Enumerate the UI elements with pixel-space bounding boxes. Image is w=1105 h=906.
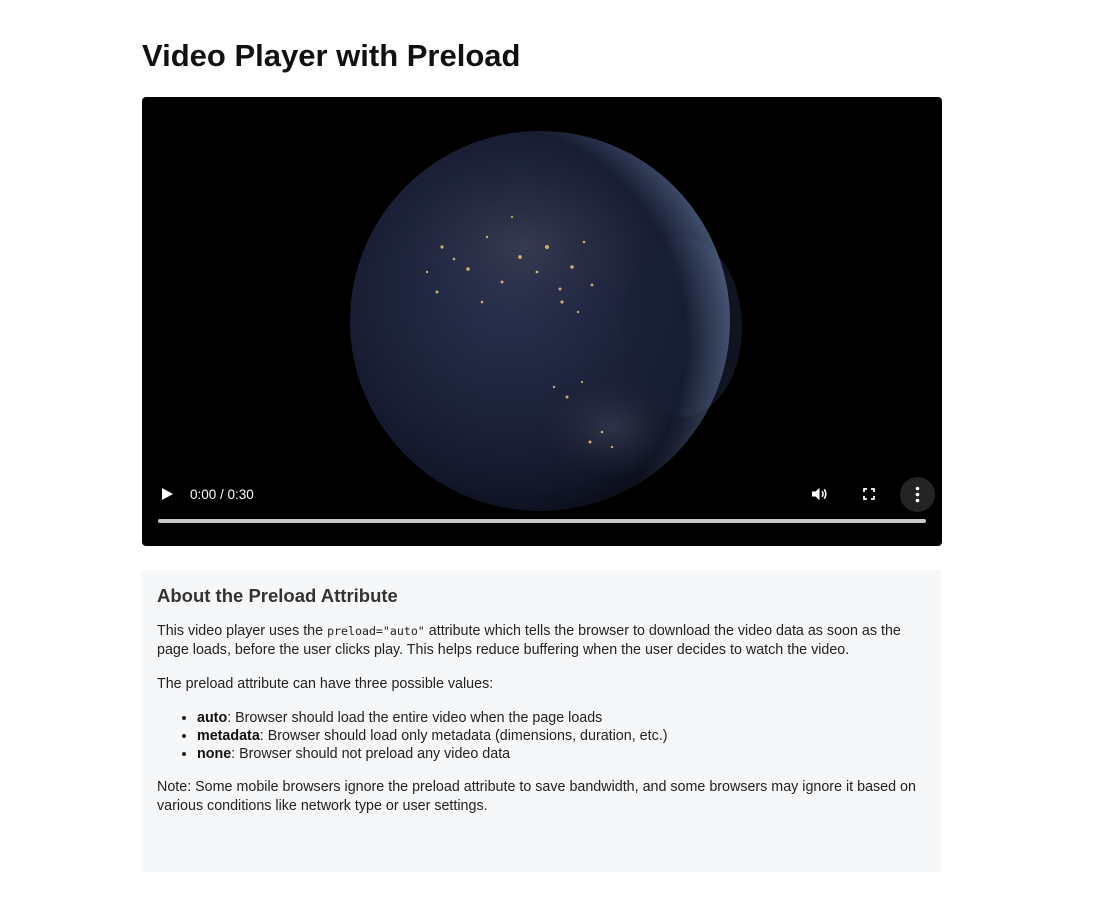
play-icon[interactable] (156, 483, 178, 505)
list-item: metadata: Browser should load only metad… (197, 727, 927, 745)
list-term: none (197, 746, 232, 762)
list-term: metadata (197, 728, 260, 744)
info-heading: About the Preload Attribute (157, 585, 398, 606)
info-paragraph-1: This video player uses the preload="auto… (157, 622, 927, 660)
list-desc: : Browser should load the entire video w… (227, 710, 603, 726)
info-paragraph-2: The preload attribute can have three pos… (157, 676, 494, 692)
volume-icon[interactable] (808, 483, 830, 505)
list-desc: : Browser should not preload any video d… (231, 746, 511, 762)
code-snippet: preload="auto" (327, 624, 425, 638)
more-options-icon[interactable] (900, 477, 935, 512)
list-desc: : Browser should load only metadata (dim… (259, 728, 668, 744)
progress-bar[interactable] (158, 519, 926, 523)
page-title: Video Player with Preload (142, 38, 521, 73)
info-note: Note: Some mobile browsers ignore the pr… (157, 779, 916, 814)
fullscreen-icon[interactable] (858, 483, 880, 505)
list-term: auto (197, 710, 228, 726)
time-display: 0:00 / 0:30 (190, 487, 254, 502)
info-text: This video player uses the (157, 623, 328, 639)
video-player[interactable]: 0:00 / 0:30 (142, 97, 942, 546)
video-controls: 0:00 / 0:30 (142, 466, 942, 546)
list-item: auto: Browser should load the entire vid… (197, 709, 927, 727)
list-item: none: Browser should not preload any vid… (197, 745, 927, 763)
preload-info-panel: About the Preload Attribute This video p… (142, 570, 942, 872)
preload-values-list: auto: Browser should load the entire vid… (157, 709, 927, 763)
